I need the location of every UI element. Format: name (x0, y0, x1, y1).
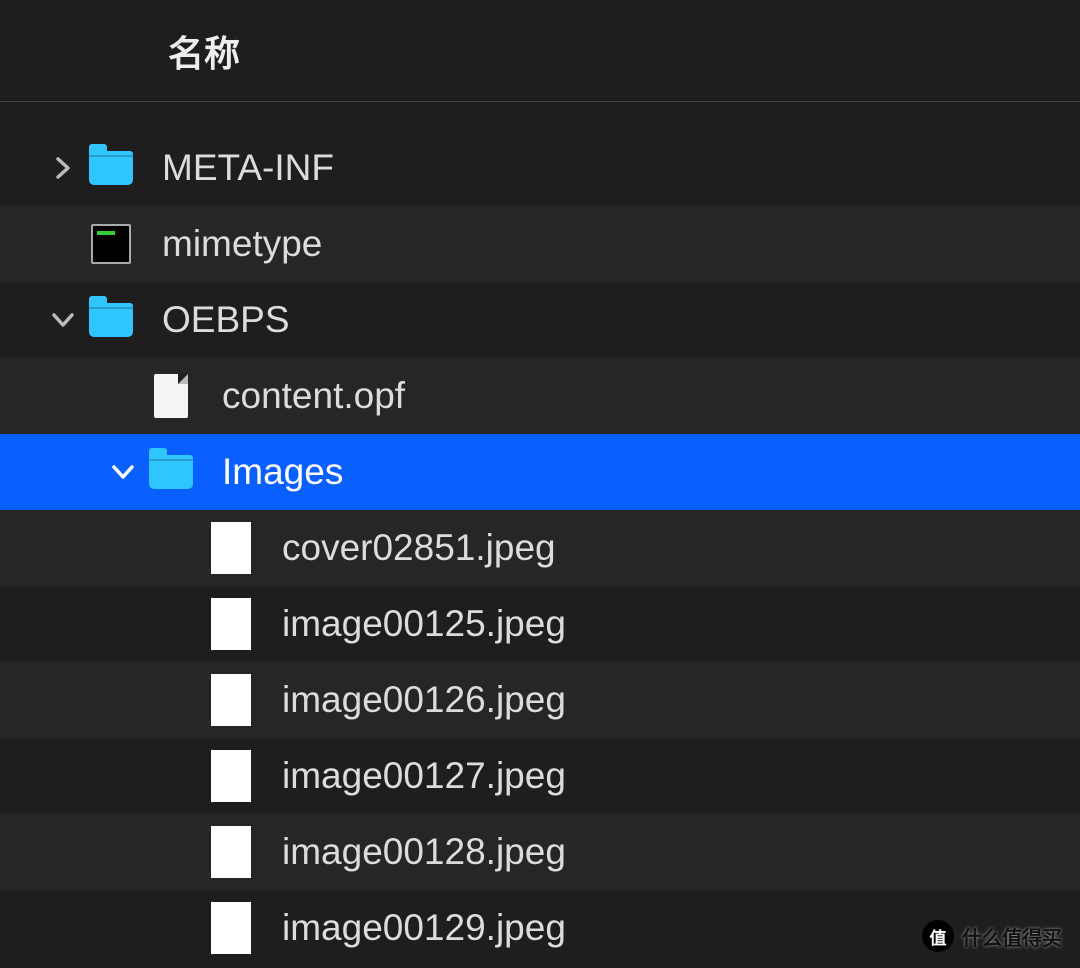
watermark-text: 什么值得买 (962, 922, 1062, 951)
file-tree: META-INF mimetype OEBPS content.opf Images co… (0, 102, 1080, 966)
image-thumbnail-icon (206, 827, 256, 877)
tree-row-img127[interactable]: image00127.jpeg (0, 738, 1080, 814)
column-header[interactable]: 名称 (0, 0, 1080, 102)
terminal-file-icon (86, 219, 136, 269)
tree-row-label: cover02851.jpeg (282, 527, 556, 569)
tree-row-img125[interactable]: image00125.jpeg (0, 586, 1080, 662)
chevron-right-icon[interactable] (40, 157, 86, 179)
tree-row-label: mimetype (162, 223, 322, 265)
tree-row-label: Images (222, 451, 343, 493)
tree-row-meta-inf[interactable]: META-INF (0, 130, 1080, 206)
watermark: 值 什么值得买 (922, 920, 1062, 952)
tree-row-img129[interactable]: image00129.jpeg (0, 890, 1080, 966)
chevron-down-icon[interactable] (100, 464, 146, 480)
tree-row-label: image00127.jpeg (282, 755, 566, 797)
tree-row-label: image00126.jpeg (282, 679, 566, 721)
file-icon (146, 371, 196, 421)
folder-icon (86, 143, 136, 193)
tree-row-label: META-INF (162, 147, 334, 189)
image-thumbnail-icon (206, 675, 256, 725)
watermark-badge-icon: 值 (922, 920, 954, 952)
tree-row-label: image00129.jpeg (282, 907, 566, 949)
tree-row-img126[interactable]: image00126.jpeg (0, 662, 1080, 738)
image-thumbnail-icon (206, 751, 256, 801)
tree-row-images[interactable]: Images (0, 434, 1080, 510)
chevron-down-icon[interactable] (40, 312, 86, 328)
tree-row-mimetype[interactable]: mimetype (0, 206, 1080, 282)
tree-row-oebps[interactable]: OEBPS (0, 282, 1080, 358)
image-thumbnail-icon (206, 523, 256, 573)
image-thumbnail-icon (206, 903, 256, 953)
tree-row-label: OEBPS (162, 299, 290, 341)
tree-row-label: image00125.jpeg (282, 603, 566, 645)
tree-row-content[interactable]: content.opf (0, 358, 1080, 434)
tree-row-label: content.opf (222, 375, 405, 417)
folder-icon (146, 447, 196, 497)
folder-icon (86, 295, 136, 345)
tree-row-img128[interactable]: image00128.jpeg (0, 814, 1080, 890)
image-thumbnail-icon (206, 599, 256, 649)
tree-row-cover[interactable]: cover02851.jpeg (0, 510, 1080, 586)
column-header-name: 名称 (168, 25, 240, 77)
tree-row-label: image00128.jpeg (282, 831, 566, 873)
